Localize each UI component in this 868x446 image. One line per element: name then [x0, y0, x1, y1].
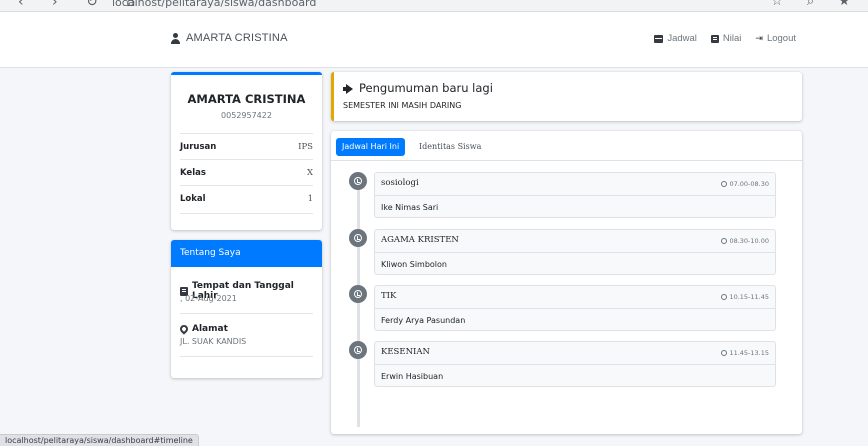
- profile-nis: 0052957422: [221, 111, 272, 120]
- nav-link-jadwal[interactable]: Jadwal: [654, 33, 697, 44]
- subject: KESENIAN: [381, 347, 430, 357]
- address-bar[interactable]: localhost/pelitaraya/siswa/dashboard: [112, 0, 316, 9]
- timeline-box: AGAMA KRISTEN 08.30-10.00 Kliwon Simbolo…: [374, 229, 776, 275]
- info-value: X: [306, 167, 313, 178]
- divider: [375, 364, 775, 365]
- divider: [375, 252, 775, 253]
- address-title: Alamat: [178, 323, 228, 335]
- clock-icon: [349, 229, 367, 247]
- browser-toolbar: ‹ › ↻ ⌂ localhost/pelitaraya/siswa/dashb…: [0, 0, 868, 12]
- nav-link-nilai[interactable]: Nilai: [710, 33, 742, 44]
- nav-link-label: Jadwal: [667, 33, 697, 44]
- time: 08.30-10.00: [721, 237, 769, 245]
- teacher: Kliwon Simbolon: [381, 260, 447, 269]
- birth-value: , 02-Aug-2021: [180, 294, 237, 303]
- info-row-lokal: Lokal 1: [180, 185, 313, 211]
- top-navbar: AMARTA CRISTINA Jadwal Nilai ⇥ Logout: [0, 12, 868, 68]
- info-key: Jurusan: [180, 141, 217, 152]
- timeline-box: TIK 10.15-11.45 Ferdy Arya Pasundan: [374, 285, 776, 331]
- announcement-text: SEMESTER INI MASIH DARING: [343, 101, 462, 110]
- time: 10.15-11.45: [721, 293, 769, 301]
- calendar-icon: [654, 34, 664, 43]
- time-text: 08.30-10.00: [729, 237, 769, 245]
- tab-identitas-siswa[interactable]: Identitas Siswa: [413, 138, 487, 156]
- tab-jadwal-hari-ini[interactable]: Jadwal Hari Ini: [336, 138, 406, 156]
- address-value: JL. SUAK KANDIS: [180, 337, 247, 346]
- info-key: Lokal: [180, 193, 206, 204]
- address-title-label: Alamat: [192, 324, 228, 334]
- subject: AGAMA KRISTEN: [381, 235, 459, 245]
- divider: [180, 313, 313, 314]
- nav-link-label: Nilai: [722, 33, 742, 44]
- map-pin-icon: [178, 323, 190, 335]
- profile-name: AMARTA CRISTINA: [187, 92, 306, 106]
- book-icon: [710, 34, 719, 43]
- clock-icon: [721, 350, 728, 356]
- divider: [180, 356, 313, 357]
- browser-action-icons[interactable]: ☆ ⌕ ★: [771, 0, 860, 9]
- time: 11.45-13.15: [721, 349, 769, 357]
- timeline-box: sosiologi 07.00-08.30 Ike Nimas Sari: [374, 172, 776, 218]
- time: 07.00-08.30: [721, 180, 769, 188]
- tab-bar: Jadwal Hari Ini Identitas Siswa: [331, 131, 802, 161]
- nav-links: Jadwal Nilai ⇥ Logout: [654, 33, 796, 44]
- about-card: Tentang Saya Tempat dan Tanggal Lahir , …: [171, 240, 322, 378]
- clock-icon: [349, 285, 367, 303]
- bullhorn-icon: [343, 84, 354, 93]
- timeline-box: KESENIAN 11.45-13.15 Erwin Hasibuan: [374, 341, 776, 387]
- subject: TIK: [381, 291, 397, 301]
- status-bar-url: localhost/pelitaraya/siswa/dashboard#tim…: [0, 434, 199, 446]
- time-text: 07.00-08.30: [729, 180, 769, 188]
- nav-link-label: Logout: [766, 33, 796, 44]
- user-icon: [170, 32, 181, 44]
- about-header: Tentang Saya: [171, 240, 322, 267]
- time-text: 10.15-11.45: [729, 293, 769, 301]
- teacher: Ferdy Arya Pasundan: [381, 316, 466, 325]
- clock-icon: [721, 238, 728, 244]
- announcement-title: Pengumuman baru lagi: [343, 81, 493, 95]
- timeline-item: TIK 10.15-11.45 Ferdy Arya Pasundan: [331, 285, 802, 333]
- announcement-title-text: Pengumuman baru lagi: [359, 81, 493, 95]
- divider: [180, 213, 313, 214]
- info-row-kelas: Kelas X: [180, 159, 313, 185]
- teacher: Ike Nimas Sari: [381, 203, 439, 212]
- info-value: IPS: [298, 141, 313, 152]
- subject: sosiologi: [381, 178, 419, 188]
- logout-icon: ⇥: [755, 33, 763, 43]
- divider: [375, 308, 775, 309]
- timeline-item: AGAMA KRISTEN 08.30-10.00 Kliwon Simbolo…: [331, 229, 802, 277]
- timeline-item: sosiologi 07.00-08.30 Ike Nimas Sari: [331, 172, 802, 220]
- info-key: Kelas: [180, 167, 206, 178]
- clock-icon: [349, 172, 367, 190]
- clock-icon: [721, 294, 728, 300]
- clock-icon: [721, 181, 728, 187]
- nav-link-logout[interactable]: ⇥ Logout: [755, 33, 796, 44]
- brand-name: AMARTA CRISTINA: [186, 32, 288, 44]
- timeline-item: KESENIAN 11.45-13.15 Erwin Hasibuan: [331, 341, 802, 389]
- time-text: 11.45-13.15: [729, 349, 769, 357]
- info-value: 1: [307, 193, 313, 204]
- teacher: Erwin Hasibuan: [381, 372, 444, 381]
- divider: [375, 195, 775, 196]
- schedule-card: Jadwal Hari Ini Identitas Siswa sosiolog…: [331, 131, 802, 434]
- brand[interactable]: AMARTA CRISTINA: [170, 32, 288, 44]
- profile-card: AMARTA CRISTINA 0052957422 Jurusan IPS K…: [171, 72, 322, 230]
- info-row-jurusan: Jurusan IPS: [180, 133, 313, 159]
- announcement-card: Pengumuman baru lagi SEMESTER INI MASIH …: [331, 72, 802, 121]
- clock-icon: [349, 341, 367, 359]
